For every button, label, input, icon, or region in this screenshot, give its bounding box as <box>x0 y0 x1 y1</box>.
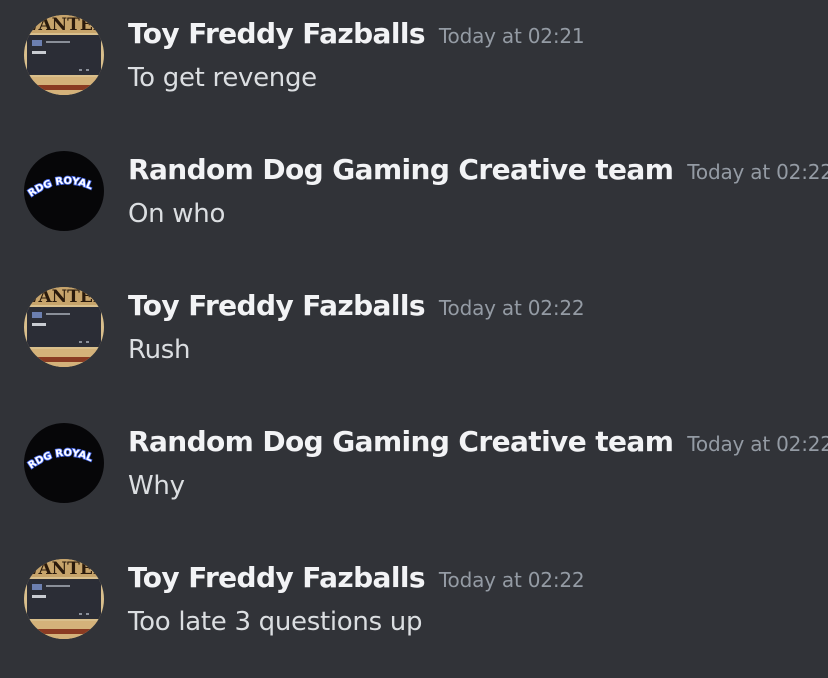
timestamp[interactable]: Today at 02:22 <box>439 296 585 320</box>
username[interactable]: Toy Freddy Fazballs <box>128 17 426 50</box>
avatar[interactable]: WANTED <box>24 559 104 639</box>
message-content: To get revenge <box>128 63 317 93</box>
message-item: RDG ROYALE Random Dog Gaming Creative te… <box>0 136 828 272</box>
message-header: Random Dog Gaming Creative team Today at … <box>128 152 828 188</box>
message-item: RDG ROYALE Random Dog Gaming Creative te… <box>0 408 828 544</box>
poster-title: WANTED <box>24 559 104 579</box>
avatar[interactable]: RDG ROYALE <box>24 423 104 503</box>
poster-title: WANTED <box>24 287 104 307</box>
message-content: Why <box>128 471 185 501</box>
chat-message-list: WANTED Toy Freddy Fazballs Today at 02:21… <box>0 0 828 678</box>
username[interactable]: Toy Freddy Fazballs <box>128 289 426 322</box>
avatar[interactable]: RDG ROYALE <box>24 151 104 231</box>
username[interactable]: Random Dog Gaming Creative team <box>128 425 674 458</box>
rdg-royale-avatar-icon: RDG ROYALE <box>24 151 104 231</box>
timestamp[interactable]: Today at 02:21 <box>439 24 585 48</box>
message-item: WANTED Toy Freddy Fazballs Today at 02:22… <box>0 272 828 408</box>
timestamp[interactable]: Today at 02:22 <box>687 160 828 184</box>
message-header: Toy Freddy Fazballs Today at 02:22 <box>128 288 585 324</box>
message-content: Too late 3 questions up <box>128 607 423 637</box>
message-content: On who <box>128 199 226 229</box>
rdg-royale-avatar-icon: RDG ROYALE <box>24 423 104 503</box>
wanted-poster-avatar-icon: WANTED <box>24 287 104 367</box>
message-item: WANTED Toy Freddy Fazballs Today at 02:21… <box>0 0 828 136</box>
message-header: Toy Freddy Fazballs Today at 02:21 <box>128 16 585 52</box>
message-header: Random Dog Gaming Creative team Today at … <box>128 424 828 460</box>
poster-title: WANTED <box>24 15 104 35</box>
timestamp[interactable]: Today at 02:22 <box>687 432 828 456</box>
wanted-poster-avatar-icon: WANTED <box>24 15 104 95</box>
wanted-poster-avatar-icon: WANTED <box>24 559 104 639</box>
message-item: WANTED Toy Freddy Fazballs Today at 02:22… <box>0 544 828 678</box>
message-content: Rush <box>128 335 191 365</box>
username[interactable]: Toy Freddy Fazballs <box>128 561 426 594</box>
username[interactable]: Random Dog Gaming Creative team <box>128 153 674 186</box>
timestamp[interactable]: Today at 02:22 <box>439 568 585 592</box>
avatar[interactable]: WANTED <box>24 15 104 95</box>
message-header: Toy Freddy Fazballs Today at 02:22 <box>128 560 585 596</box>
avatar[interactable]: WANTED <box>24 287 104 367</box>
